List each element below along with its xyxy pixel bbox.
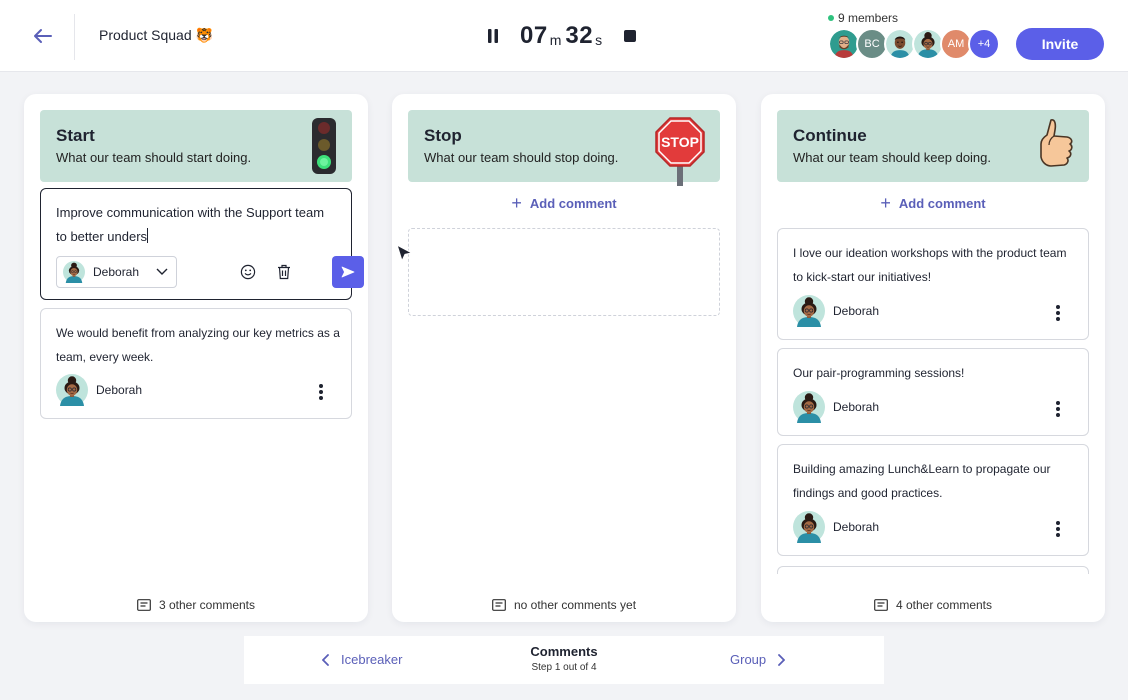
comment-card[interactable]: Building amazing Lunch&Learn to propagat… [777,444,1089,556]
online-dot-icon [828,15,834,21]
comment-text: I love our ideation workshops with the p… [793,246,1067,284]
timer-minutes-unit: m [549,32,562,48]
column-title: Start [56,126,95,145]
author-select-value: Deborah [93,265,140,279]
add-comment-button[interactable]: + Add comment [761,194,1105,212]
text-caret [147,228,149,243]
timer-seconds: 32 [565,22,594,49]
avatar [793,391,825,423]
plus-icon: + [511,193,522,213]
squad-name: Product Squad 🐯 [99,27,213,43]
timer-minutes: 07 [520,22,548,49]
next-step-button[interactable]: Group [730,652,786,667]
comment-icon [874,599,888,611]
comment-card[interactable]: We would benefit from analyzing our key … [40,308,352,419]
members-label: 9 members [838,11,899,25]
comment-draft-input[interactable]: Improve communication with the Support t… [56,201,336,249]
comment-draft-card[interactable]: Improve communication with the Support t… [40,188,364,300]
comment-card[interactable] [777,566,1089,574]
column-footer: 3 other comments [24,598,368,612]
arrow-left-icon [34,29,52,43]
column-footer: 4 other comments [761,598,1105,612]
column-subtitle: What our team should stop doing. [424,150,619,165]
pause-icon [488,29,498,43]
current-step-title: Comments [530,644,598,659]
comment-list[interactable]: I love our ideation workshops with the p… [761,228,1105,574]
header: Product Squad 🐯 07 m 32 s 9 members BC A… [0,0,1128,72]
comment-author: Deborah [793,391,879,423]
column-continue: Continue What our team should keep doing… [761,94,1105,622]
back-button[interactable] [28,22,56,50]
current-step: Comments Step 1 out of 4 [244,644,884,673]
avatar [793,295,825,327]
more-members-badge[interactable]: +4 [968,28,1000,60]
comment-dropzone[interactable] [408,228,720,316]
column-title: Stop [424,126,462,145]
column-subtitle: What our team should keep doing. [793,150,992,165]
comment-text: We would benefit from analyzing our key … [56,326,340,364]
traffic-light-icon [312,118,336,174]
column-stop: Stop What our team should stop doing. ST… [392,94,736,622]
delete-button[interactable] [275,263,293,281]
pause-button[interactable] [484,27,502,45]
step-navigation: Icebreaker Comments Step 1 out of 4 Grou… [244,636,884,684]
add-comment-button[interactable]: + Add comment [392,194,736,212]
trash-icon [278,264,290,280]
author-select[interactable]: Deborah [56,256,177,288]
more-options-icon[interactable] [1052,303,1064,323]
thumbs-up-icon [1040,119,1073,167]
more-options-icon[interactable] [315,382,327,402]
column-title: Continue [793,126,867,145]
column-header: Start What our team should start doing. [40,110,352,182]
column-header: Stop What our team should stop doing. ST… [408,110,720,186]
more-options-icon[interactable] [1052,519,1064,539]
chevron-right-icon [778,653,786,666]
comment-author: Deborah [793,511,879,543]
avatar [63,261,85,283]
comment-text: Building amazing Lunch&Learn to propagat… [793,462,1051,500]
current-step-progress: Step 1 out of 4 [531,662,597,673]
column-start: Start What our team should start doing. … [24,94,368,622]
comment-author: Deborah [793,295,879,327]
emoji-button[interactable] [239,263,257,281]
send-button[interactable] [332,256,364,288]
stop-timer-button[interactable] [624,30,637,42]
members-count: 9 members [828,11,898,25]
column-footer: no other comments yet [392,598,736,612]
plus-icon: + [880,193,891,213]
avatar [793,511,825,543]
comment-icon [492,599,506,611]
header-divider [74,14,75,60]
column-header: Continue What our team should keep doing… [777,110,1089,182]
more-options-icon[interactable] [1052,399,1064,419]
session-timer: 07 m 32 s [484,20,637,52]
comment-card[interactable]: I love our ideation workshops with the p… [777,228,1089,340]
comment-author: Deborah [56,374,142,406]
comment-card[interactable]: Our pair-programming sessions! Deborah [777,348,1089,436]
stop-sign-icon: STOP [655,117,705,186]
mouse-cursor-icon [396,244,413,262]
column-subtitle: What our team should start doing. [56,150,252,165]
send-icon [341,266,355,278]
emoji-icon [240,264,256,280]
comment-icon [137,599,151,611]
avatar [56,374,88,406]
invite-button[interactable]: Invite [1016,28,1104,60]
stop-sign-text: STOP [661,134,699,150]
timer-seconds-unit: s [595,32,603,48]
comment-text: Our pair-programming sessions! [793,366,965,380]
chevron-down-icon [156,268,168,275]
member-avatars[interactable]: BC AM +4 [828,28,1000,60]
